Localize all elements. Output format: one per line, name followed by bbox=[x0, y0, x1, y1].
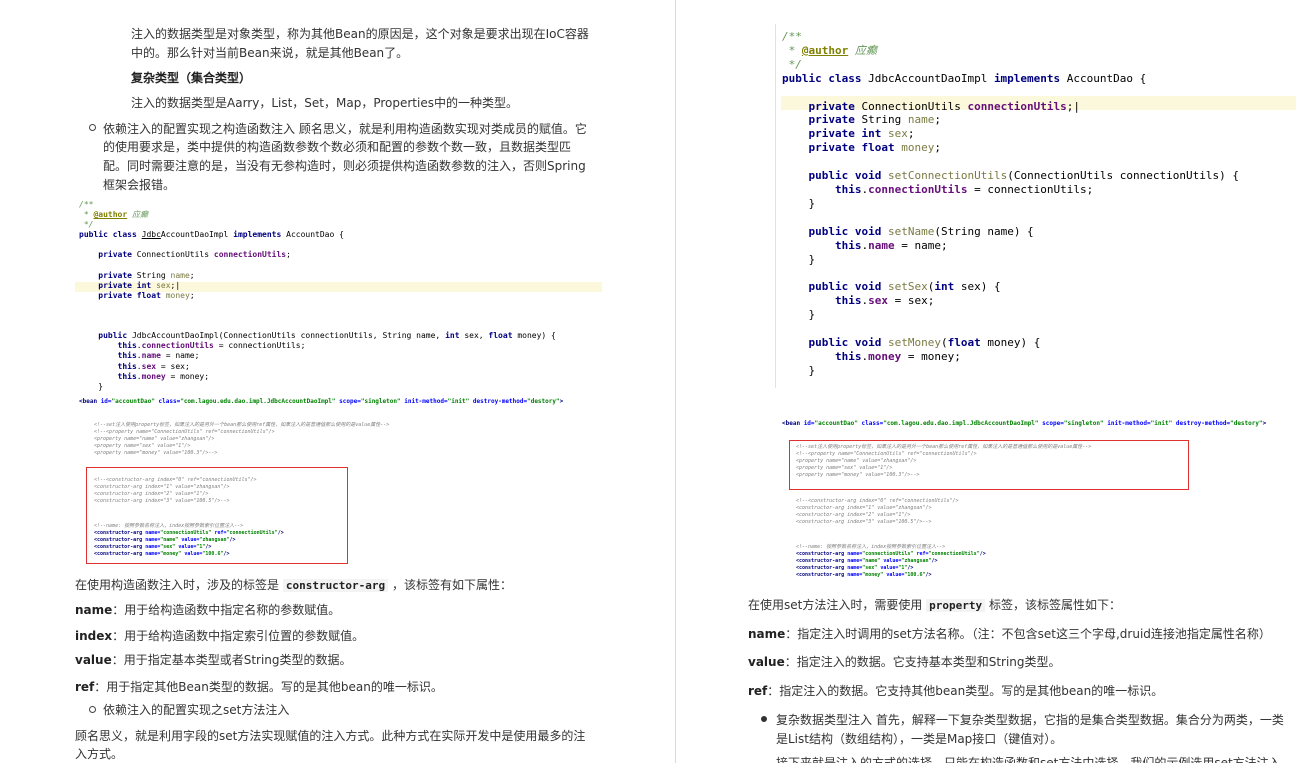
attribute-line: name：指定注入时调用的set方法名称。（注：不包含set这三个字母,drui… bbox=[748, 627, 1271, 641]
right-page: /** * @author 应癫 */ public class JdbcAcc… bbox=[677, 0, 1296, 763]
solid-bullet-icon bbox=[761, 716, 767, 722]
paragraph: 在使用set方法注入时，需要使用 property 标签，该标签属性如下： bbox=[748, 598, 1121, 612]
xml-constructor-comment: <!--<constructor-arg index="0" ref="conn… bbox=[94, 477, 257, 504]
bullet-text: 复杂数据类型注入 首先，解释一下复杂类型数据，它指的是集合类型数据。集合分为两类… bbox=[776, 713, 1284, 727]
paragraph: 注入的数据类型是对象类型，称为其他Bean的原因是，这个对象是要求出现在IoC容… bbox=[131, 27, 589, 41]
xml-comment-block: <!--set注入使用property标签，如果注入的是另外一个bean那么使用… bbox=[94, 422, 390, 456]
bullet-text: 框架会报错。 bbox=[103, 178, 176, 192]
hollow-bullet-icon bbox=[89, 124, 96, 131]
bullet-text: 的使用要求是，类中提供的构造函数参数个数必须和配置的参数个数一致，且数据类型匹 bbox=[103, 140, 572, 154]
xml-constructor-args: <!--name: 按照参数名称注入，index按照参数索引位置注入--> <c… bbox=[94, 523, 284, 557]
xml-constructor-comment: <!--<constructor-arg index="0" ref="conn… bbox=[796, 498, 959, 525]
attribute-line: value：用于指定基本类型或者String类型的数据。 bbox=[75, 653, 352, 667]
bullet-text: 依赖注入的配置实现之构造函数注入 顾名思义，就是利用构造函数实现对类成员的赋值。… bbox=[103, 122, 587, 136]
paragraph: 顾名思义，就是利用字段的set方法实现赋值的注入方式。此种方式在实际开发中是使用… bbox=[75, 729, 586, 743]
paragraph: 在使用构造函数注入时，涉及的标签是 constructor-arg ，该标签有如… bbox=[75, 578, 512, 592]
bullet-text: 是List结构（数组结构），一类是Map接口（键值对）。 bbox=[776, 732, 1063, 746]
attribute-line: name：用于给构造函数中指定名称的参数赋值。 bbox=[75, 603, 341, 617]
attribute-line: value：指定注入的数据。它支持基本类型和String类型。 bbox=[748, 655, 1061, 669]
attribute-line: ref：用于指定其他Bean类型的数据。写的是其他bean的唯一标识。 bbox=[75, 680, 443, 694]
bullet-text: 配。同时需要注意的是，当没有无参构造时，则必须提供构造函数参数的注入，否则Spr… bbox=[103, 159, 586, 173]
paragraph: 入方式。 bbox=[75, 747, 124, 761]
xml-bean-tag: <bean id="accountDao" class="com.lagou.e… bbox=[79, 398, 564, 405]
java-code-block: /** * @author 应癫 */ public class JdbcAcc… bbox=[782, 30, 1239, 377]
hollow-bullet-icon bbox=[89, 706, 96, 713]
attribute-line: ref：指定注入的数据。它支持其他bean类型。写的是其他bean的唯一标识。 bbox=[748, 684, 1164, 698]
attribute-line: index：用于给构造函数中指定索引位置的参数赋值。 bbox=[75, 629, 365, 643]
xml-bean-tag: <bean id="accountDao" class="com.lagou.e… bbox=[782, 420, 1267, 427]
bullet-text: 依赖注入的配置实现之set方法注入 bbox=[103, 703, 290, 717]
paragraph: 注入的数据类型是Aarry，List，Set，Map，Properties中的一… bbox=[131, 96, 518, 110]
java-code-block: /** * @author 应癫 */ public class JdbcAcc… bbox=[79, 200, 556, 391]
bullet-text: 接下来就是注入的方式的选择，只能在构造函数和set方法中选择，我们的示例选用se… bbox=[776, 756, 1293, 763]
paragraph: 中的。那么针对当前Bean来说，就是其他Bean了。 bbox=[131, 46, 409, 60]
page-divider bbox=[675, 0, 676, 763]
editor-gutter bbox=[775, 24, 776, 388]
left-page: 注入的数据类型是对象类型，称为其他Bean的原因是，这个对象是要求出现在IoC容… bbox=[0, 0, 675, 763]
xml-property-comment: <!--set注入使用property标签，如果注入的是另外一个bean那么使用… bbox=[796, 444, 1092, 478]
section-heading: 复杂类型（集合类型） bbox=[131, 71, 252, 85]
xml-constructor-args: <!--name: 按照参数名称注入，index按照参数索引位置注入--> <c… bbox=[796, 544, 986, 578]
